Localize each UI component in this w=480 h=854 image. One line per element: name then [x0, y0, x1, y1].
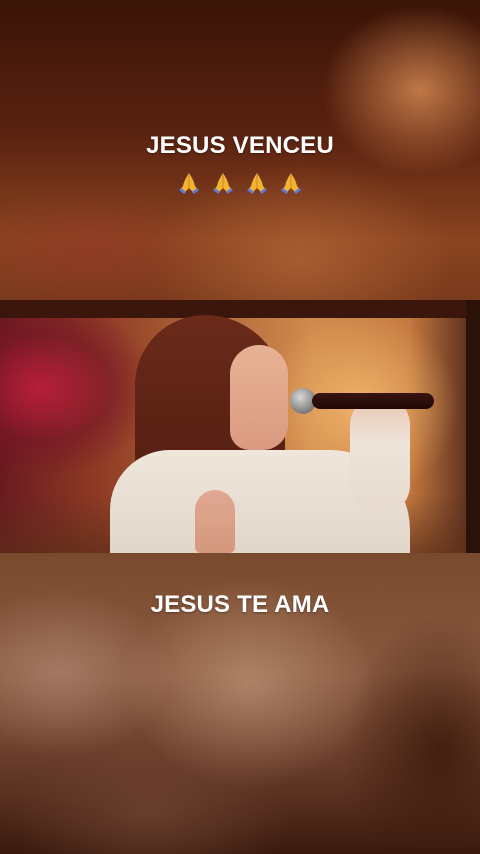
video-player[interactable]	[0, 300, 480, 553]
singer-raised-hand	[195, 490, 235, 553]
singer-arm-holding-mic	[350, 395, 410, 515]
folded-hands-icon	[244, 170, 270, 196]
folded-hands-icon	[278, 170, 304, 196]
video-post-screen[interactable]: JESUS VENCEU JESUS TE AMA	[0, 0, 480, 854]
folded-hands-icon	[210, 170, 236, 196]
folded-hands-icon	[176, 170, 202, 196]
emoji-row	[0, 170, 480, 202]
caption-title: JESUS VENCEU	[146, 132, 334, 159]
microphone-handle	[312, 393, 434, 409]
microphone-icon	[290, 388, 435, 414]
singer-face	[230, 345, 288, 450]
caption-bottom: JESUS TE AMA	[150, 591, 330, 618]
singer-figure	[0, 300, 480, 553]
